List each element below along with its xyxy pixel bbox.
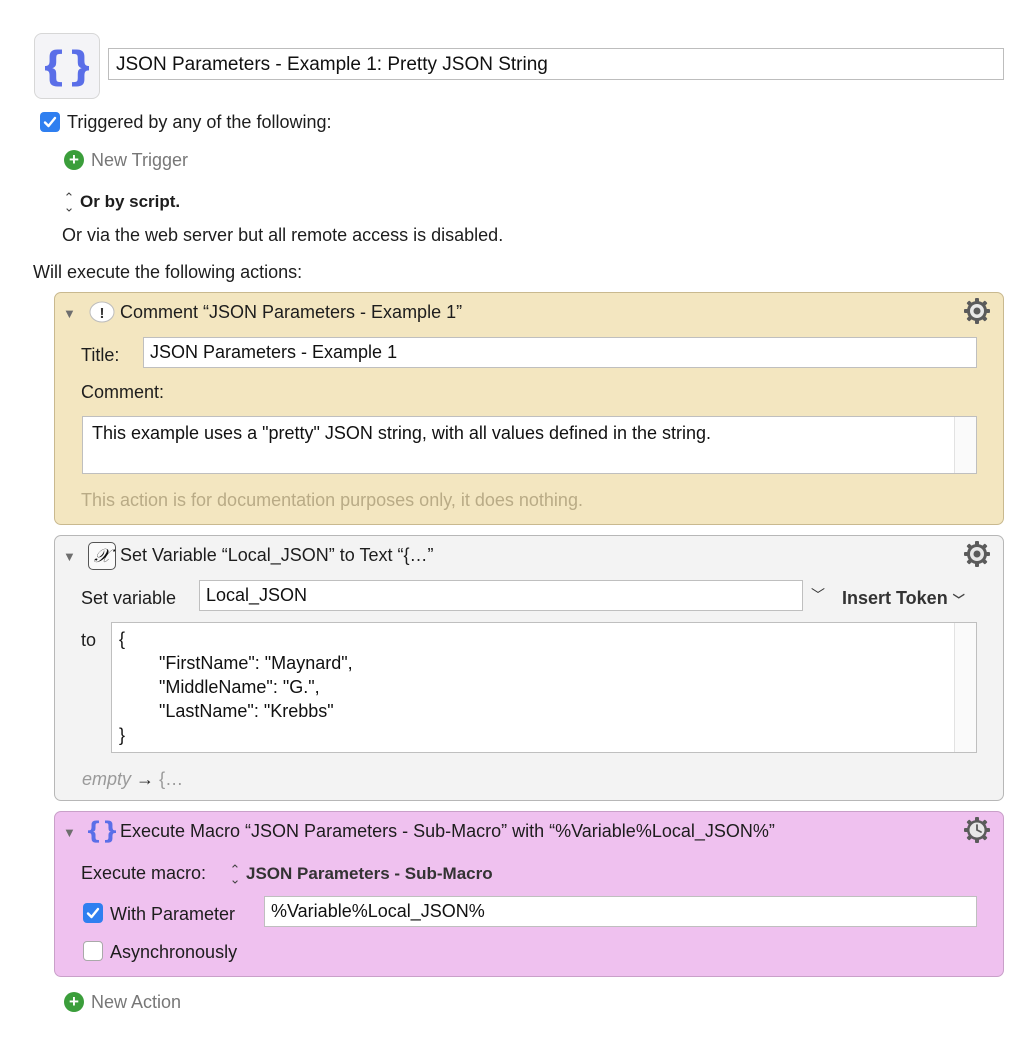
new-action-button[interactable]: New Action: [91, 992, 181, 1013]
execute-macro-label: Execute macro:: [81, 863, 207, 883]
comment-title-label: Title:: [81, 345, 120, 365]
set-variable-action[interactable]: ▼ 𝒳 Set Variable “Local_JSON” to Text “{…: [54, 535, 1004, 801]
json-line: "LastName": "Krebbs": [119, 701, 334, 721]
comment-text: This example uses a "pretty" JSON string…: [92, 423, 712, 443]
svg-text:{}: {}: [88, 817, 116, 844]
updown-chevron-icon: ⌃ ⌃: [63, 190, 75, 215]
plus-circle-icon[interactable]: +: [64, 992, 84, 1012]
parameter-field[interactable]: %Variable%Local_JSON%: [264, 896, 977, 927]
macro-icon[interactable]: {}: [34, 33, 100, 99]
comment-action-header: Comment “JSON Parameters - Example 1”: [120, 302, 463, 322]
asynchronously-label[interactable]: Asynchronously: [110, 942, 237, 963]
disclosure-triangle-icon[interactable]: ▼: [63, 825, 76, 840]
json-text: { "FirstName": "Maynard", "MiddleName": …: [112, 623, 976, 747]
comment-title-field[interactable]: JSON Parameters - Example 1: [143, 337, 977, 368]
web-server-text: Or via the web server but all remote acc…: [62, 225, 504, 245]
json-line: "FirstName": "Maynard",: [119, 653, 353, 673]
comment-label: Comment:: [81, 382, 165, 402]
execute-macro-action-header: Execute Macro “JSON Parameters - Sub-Mac…: [120, 821, 775, 841]
json-line: "MiddleName": "G.",: [119, 677, 320, 697]
clock-gear-icon[interactable]: [963, 816, 991, 849]
exclamation-bubble-icon: !: [89, 301, 115, 330]
preview-value: {…: [159, 769, 184, 789]
macro-name-field[interactable]: JSON Parameters - Example 1: Pretty JSON…: [108, 48, 1004, 80]
preview-empty: empty: [82, 769, 132, 789]
variable-name-field[interactable]: Local_JSON: [199, 580, 803, 611]
text-scrollbar[interactable]: [954, 623, 976, 752]
comment-action[interactable]: ▼ ! Comment “JSON Parameters - Example 1…: [54, 292, 1004, 525]
curly-braces-icon: {}: [45, 44, 89, 90]
execute-macro-action[interactable]: ▼ {} Execute Macro “JSON Parameters - Su…: [54, 811, 1004, 977]
or-by-script-popup[interactable]: ⌃ ⌃ Or by script.: [63, 190, 181, 215]
asynchronously-checkbox[interactable]: [83, 941, 103, 961]
plus-circle-icon[interactable]: +: [64, 150, 84, 170]
variable-x-icon: 𝒳: [88, 542, 116, 570]
comment-note: This action is for documentation purpose…: [81, 490, 583, 510]
disclosure-triangle-icon[interactable]: ▼: [63, 549, 76, 564]
insert-token-label: Insert Token: [842, 588, 948, 608]
comment-text-area[interactable]: This example uses a "pretty" JSON string…: [82, 416, 977, 474]
actions-heading: Will execute the following actions:: [33, 262, 303, 282]
json-line: {: [119, 629, 126, 649]
checkmark-icon: [86, 907, 100, 919]
macro-selected: JSON Parameters - Sub-Macro: [246, 864, 493, 883]
macro-select-popup[interactable]: ⌃ ⌃ JSON Parameters - Sub-Macro: [229, 862, 493, 887]
gear-icon[interactable]: [963, 297, 991, 330]
to-label: to: [81, 630, 97, 650]
svg-text:{}: {}: [45, 44, 89, 90]
disclosure-triangle-icon[interactable]: ▼: [63, 306, 76, 321]
checkmark-icon: [43, 116, 57, 128]
variable-dropdown-chevron-icon[interactable]: ﹀: [811, 585, 825, 605]
insert-token-button[interactable]: Insert Token ﹀: [842, 588, 965, 609]
chevron-down-icon: ﹀: [952, 593, 965, 607]
with-parameter-label[interactable]: With Parameter: [110, 904, 235, 925]
new-trigger-button[interactable]: New Trigger: [91, 150, 188, 171]
curly-braces-icon: {}: [85, 816, 119, 849]
svg-text:!: !: [100, 305, 105, 322]
updown-chevron-icon: ⌃ ⌃: [229, 862, 241, 887]
set-variable-label: Set variable: [81, 588, 177, 608]
or-by-script-label: Or by script.: [80, 192, 181, 211]
triggers-label[interactable]: Triggered by any of the following:: [67, 112, 331, 133]
triggers-checkbox[interactable]: [40, 112, 60, 132]
variable-preview: empty → {…: [82, 769, 183, 790]
with-parameter-checkbox[interactable]: [83, 903, 103, 923]
comment-scrollbar[interactable]: [954, 417, 976, 473]
text-value-area[interactable]: { "FirstName": "Maynard", "MiddleName": …: [111, 622, 977, 753]
gear-icon[interactable]: [963, 540, 991, 573]
json-line: }: [119, 725, 126, 745]
set-variable-action-header: Set Variable “Local_JSON” to Text “{…”: [120, 545, 434, 565]
arrow-right-icon: →: [136, 769, 155, 789]
